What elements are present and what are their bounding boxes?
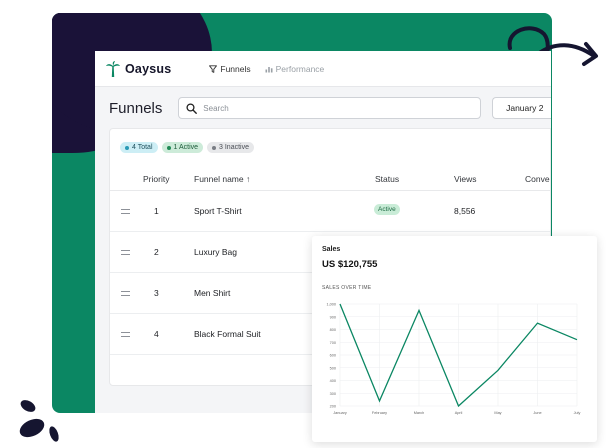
drag-handle-icon[interactable] bbox=[121, 209, 130, 214]
page-title: Funnels bbox=[109, 99, 163, 117]
x-tick-label: July bbox=[574, 411, 581, 415]
y-tick-label: 1,000 bbox=[326, 303, 336, 307]
filter-inactive-label: 3 Inactive bbox=[219, 144, 249, 151]
y-tick-label: 200 bbox=[330, 405, 336, 409]
column-header-funnel-name[interactable]: Funnel name ↑ bbox=[194, 174, 250, 184]
filter-inactive-badge[interactable]: 3 Inactive bbox=[207, 142, 254, 153]
filter-active-label: 1 Active bbox=[173, 144, 199, 151]
top-navbar: Oaysus Funnels Performance bbox=[95, 51, 551, 87]
x-tick-label: January bbox=[333, 411, 347, 415]
search-icon bbox=[186, 102, 198, 114]
drag-handle-icon[interactable] bbox=[121, 250, 130, 255]
column-header-conversion[interactable]: Conve bbox=[525, 174, 550, 184]
x-tick-label: February bbox=[372, 411, 387, 415]
bar-chart-icon bbox=[265, 66, 273, 72]
row-priority: 1 bbox=[154, 206, 159, 216]
decorative-shapes-icon bbox=[19, 400, 59, 442]
y-tick-label: 800 bbox=[330, 328, 336, 332]
filter-total-badge[interactable]: 4 Total bbox=[120, 142, 158, 153]
filter-active-badge[interactable]: 1 Active bbox=[161, 142, 204, 153]
row-funnel-name[interactable]: Black Formal Suit bbox=[194, 329, 261, 339]
x-tick-label: May bbox=[494, 411, 501, 415]
row-views: 8,556 bbox=[454, 206, 476, 216]
column-header-views[interactable]: Views bbox=[454, 174, 477, 184]
row-priority: 4 bbox=[154, 329, 159, 339]
search-input[interactable] bbox=[203, 103, 464, 113]
nav-item-performance-label: Performance bbox=[275, 63, 325, 74]
page-header: Funnels January 2 bbox=[109, 97, 551, 119]
drag-handle-icon[interactable] bbox=[121, 291, 130, 296]
filter-total-label: 4 Total bbox=[132, 144, 153, 151]
column-header-status[interactable]: Status bbox=[375, 174, 399, 184]
palm-tree-icon bbox=[106, 60, 120, 77]
y-tick-label: 400 bbox=[330, 379, 336, 383]
total-dot-icon bbox=[125, 145, 129, 150]
sales-overview-card: Sales US $120,755 SALES OVER TIME 1,000 9… bbox=[312, 236, 597, 442]
date-range-button[interactable]: January 2 bbox=[492, 97, 551, 119]
y-tick-label: 700 bbox=[330, 341, 336, 345]
table-header: Priority Funnel name ↑ Status Views Conv… bbox=[110, 167, 550, 191]
x-tick-label: June bbox=[533, 411, 541, 415]
x-tick-label: April bbox=[455, 411, 463, 415]
search-box[interactable] bbox=[178, 97, 482, 119]
nav-item-funnels-label: Funnels bbox=[220, 63, 251, 74]
x-tick-label: March bbox=[414, 411, 425, 415]
y-tick-label: 900 bbox=[330, 315, 336, 319]
row-priority: 3 bbox=[154, 288, 159, 298]
funnel-icon bbox=[209, 64, 218, 73]
sales-line-chart: 1,000 900 800 700 600 500 400 300 200 January Febr… bbox=[326, 303, 581, 416]
y-tick-label: 300 bbox=[330, 392, 336, 396]
nav-item-performance[interactable]: Performance bbox=[265, 63, 325, 74]
row-funnel-name[interactable]: Sport T-Shirt bbox=[194, 206, 242, 216]
row-funnel-name[interactable]: Men Shirt bbox=[194, 288, 230, 298]
row-funnel-name[interactable]: Luxury Bag bbox=[194, 247, 237, 257]
stage: Oaysus Funnels Performance Funnels Searc… bbox=[0, 0, 609, 448]
status-filter-badges: 4 Total 1 Active 3 Inactive bbox=[110, 129, 550, 153]
nav-item-funnels[interactable]: Funnels bbox=[209, 63, 251, 74]
drag-handle-icon[interactable] bbox=[121, 332, 130, 337]
inactive-dot-icon bbox=[212, 145, 217, 150]
column-header-priority[interactable]: Priority bbox=[143, 174, 169, 184]
y-tick-label: 600 bbox=[330, 354, 336, 358]
table-row[interactable]: 1 Sport T-Shirt Active 8,556 bbox=[110, 191, 550, 232]
y-tick-label: 500 bbox=[330, 366, 336, 370]
row-priority: 2 bbox=[154, 247, 159, 257]
brand-logo[interactable]: Oaysus bbox=[106, 60, 172, 77]
active-dot-icon bbox=[166, 145, 171, 150]
status-badge: Active bbox=[374, 204, 400, 215]
brand-name: Oaysus bbox=[125, 61, 172, 76]
